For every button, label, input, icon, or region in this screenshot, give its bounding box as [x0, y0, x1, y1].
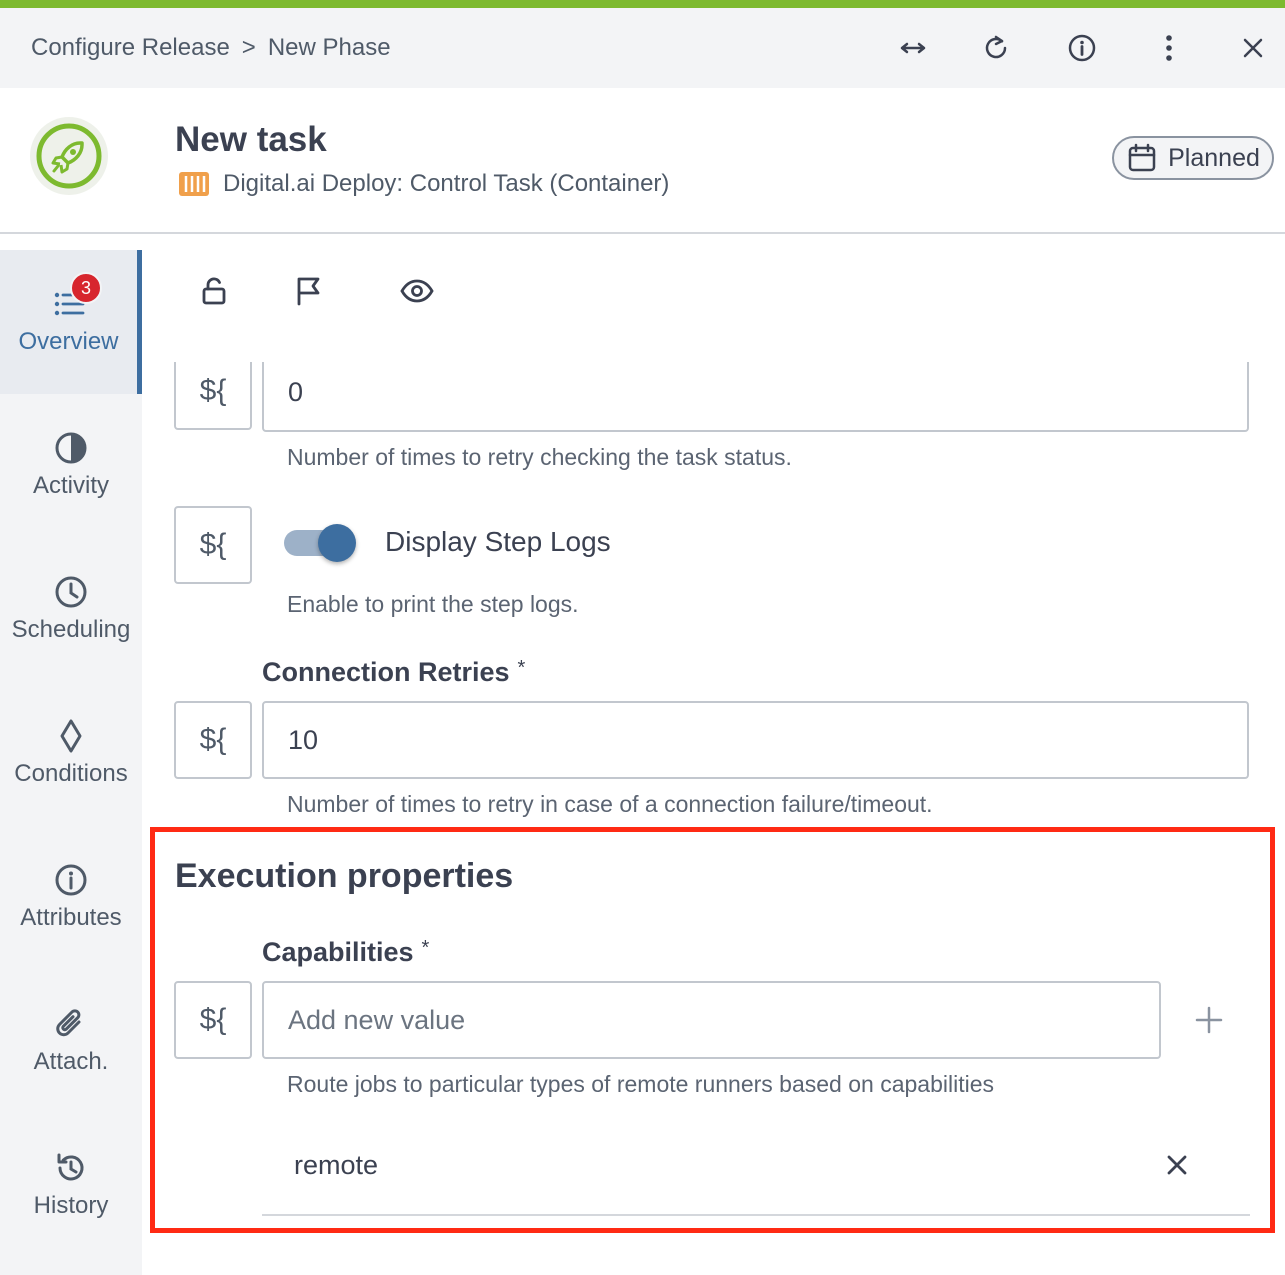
clock-icon: [55, 576, 87, 608]
sidebar-item-activity[interactable]: Activity: [0, 394, 142, 538]
notification-badge: 3: [70, 272, 102, 304]
task-type: Digital.ai Deploy: Control Task (Contain…: [177, 170, 669, 198]
diamond-icon: [60, 719, 82, 753]
sidebar-item-label: Attributes: [20, 904, 122, 931]
breadcrumb-item-release[interactable]: Configure Release: [31, 34, 230, 61]
sidebar-item-scheduling[interactable]: Scheduling: [0, 538, 142, 682]
sidebar-item-conditions[interactable]: Conditions: [0, 682, 142, 826]
sidebar-item-label: Attach.: [33, 1048, 109, 1075]
sidebar: 3 Overview Activity Scheduling Condition…: [0, 250, 142, 1275]
toggle-knob: [318, 524, 356, 562]
highlight-box: [150, 827, 1275, 1233]
expand-horizontal-icon[interactable]: [893, 28, 933, 68]
paperclip-icon: [56, 1009, 81, 1037]
connection-retries-label-text: Connection Retries: [262, 657, 510, 687]
breadcrumb: Configure Release > New Phase: [31, 34, 391, 62]
breadcrumb-item-phase[interactable]: New Phase: [268, 34, 391, 61]
top-accent-bar: [0, 0, 1285, 8]
close-icon[interactable]: [1233, 28, 1273, 68]
sidebar-item-label: Conditions: [14, 760, 128, 787]
info-icon[interactable]: [1062, 28, 1102, 68]
task-type-label: Digital.ai Deploy: Control Task (Contain…: [223, 170, 670, 197]
display-logs-toggle[interactable]: [284, 522, 358, 562]
calendar-icon: [1128, 143, 1156, 172]
container-icon: [179, 172, 209, 196]
status-badge[interactable]: Planned: [1112, 136, 1274, 180]
connection-retries-label: Connection Retries *: [262, 657, 525, 688]
display-logs-help: Enable to print the step logs.: [287, 591, 579, 617]
variable-button[interactable]: ${: [174, 506, 252, 584]
connection-retries-help: Number of times to retry in case of a co…: [287, 791, 933, 817]
more-vertical-icon[interactable]: [1149, 28, 1189, 68]
sidebar-item-attributes[interactable]: Attributes: [0, 826, 142, 970]
sidebar-item-attachments[interactable]: Attach.: [0, 970, 142, 1114]
pie-icon: [55, 432, 87, 464]
eye-icon[interactable]: [400, 274, 436, 310]
sidebar-item-label: Scheduling: [11, 616, 131, 643]
status-label: Planned: [1168, 143, 1260, 172]
sidebar-item-label: Overview: [18, 328, 119, 355]
display-logs-label: Display Step Logs: [385, 526, 611, 557]
connection-retries-input[interactable]: 10: [262, 701, 1249, 779]
rocket-logo-icon: [30, 117, 108, 195]
task-header: New task Digital.ai Deploy: Control Task…: [0, 88, 1285, 234]
sidebar-item-label: Activity: [32, 472, 109, 499]
flag-icon[interactable]: [292, 274, 328, 310]
refresh-icon[interactable]: [976, 28, 1016, 68]
sidebar-item-label: History: [33, 1192, 109, 1219]
unlock-icon[interactable]: [197, 274, 233, 310]
task-title[interactable]: New task: [175, 120, 327, 160]
retries-input[interactable]: 0: [262, 362, 1249, 432]
required-mark: *: [517, 657, 526, 679]
retries-help: Number of times to retry checking the ta…: [287, 444, 792, 470]
history-icon: [57, 1153, 84, 1181]
variable-button[interactable]: ${: [174, 701, 252, 779]
variable-button[interactable]: ${: [174, 362, 252, 430]
info-icon: [55, 864, 87, 896]
sidebar-item-overview[interactable]: 3 Overview: [0, 250, 142, 394]
breadcrumb-separator: >: [241, 34, 256, 61]
header-bar: Configure Release > New Phase: [0, 8, 1285, 88]
sidebar-item-history[interactable]: History: [0, 1114, 142, 1258]
